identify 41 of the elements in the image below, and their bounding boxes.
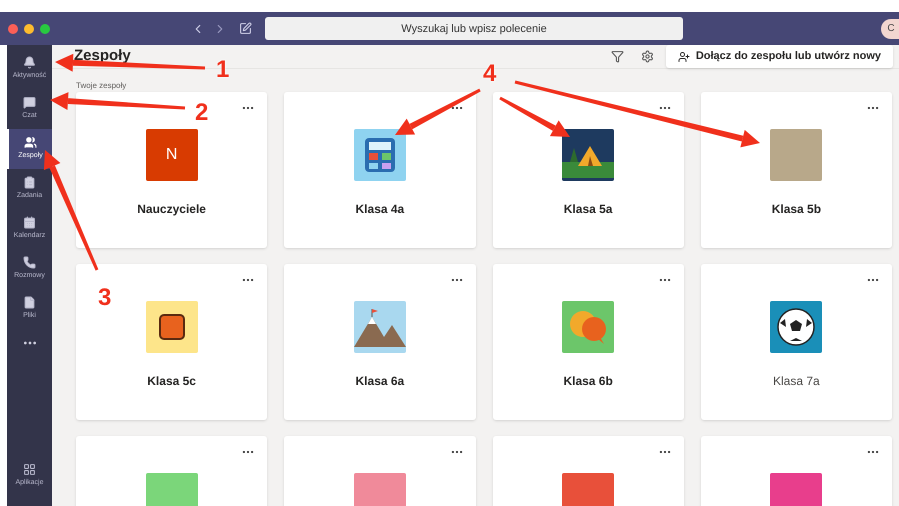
speech-bubbles-icon: [568, 309, 608, 345]
team-name: Klasa 6a: [356, 373, 404, 390]
team-name: Klasa 5b: [772, 201, 822, 218]
user-avatar[interactable]: C: [881, 18, 899, 38]
team-name: Klasa 5a: [564, 201, 612, 218]
mountain-icon: [354, 307, 406, 347]
join-team-button[interactable]: Dołącz do zespołu lub utwórz nowy: [666, 45, 893, 68]
annotation-number: 3: [98, 283, 112, 313]
search-field[interactable]: Wyszukaj lub wpisz polecenie: [265, 17, 683, 40]
section-label: Twoje zespoły: [75, 80, 128, 92]
team-card[interactable]: Klasa 4a: [284, 92, 476, 248]
apps-icon: [23, 463, 36, 476]
compose-icon[interactable]: [239, 22, 252, 35]
soccer-ball-icon: [776, 307, 816, 347]
annotation-number: 4: [483, 59, 496, 89]
team-card[interactable]: Klasa 5b: [700, 92, 892, 248]
chat-icon: [23, 96, 36, 110]
team-name: Klasa 7a: [773, 373, 820, 390]
team-name: Klasa 4a: [356, 201, 404, 218]
calculator-icon: [364, 137, 396, 173]
file-icon: [23, 296, 36, 310]
team-name: Nauczyciele: [137, 201, 206, 218]
bell-icon: [23, 56, 36, 70]
settings-icon[interactable]: [640, 50, 654, 63]
clipboard-icon: [23, 176, 36, 190]
people-icon: [24, 136, 37, 150]
team-card[interactable]: Klasa 6a: [284, 264, 476, 420]
team-card[interactable]: Klasa 6b: [492, 264, 684, 420]
team-card[interactable]: Klasa 5a: [492, 92, 684, 248]
page-title: Zespoły: [74, 46, 131, 66]
team-card[interactable]: Klasa 7a: [700, 264, 892, 420]
square-icon: [158, 314, 185, 340]
team-name: Klasa 6b: [563, 373, 613, 390]
team-name: Klasa 5c: [147, 373, 196, 390]
people-add-icon: [678, 50, 690, 62]
annotation-number: 2: [195, 98, 208, 128]
filter-icon[interactable]: [610, 50, 624, 63]
annotation-number: 1: [216, 55, 230, 85]
phone-icon: [23, 256, 36, 270]
team-initial: N: [166, 145, 178, 165]
calendar-icon: [23, 216, 36, 230]
